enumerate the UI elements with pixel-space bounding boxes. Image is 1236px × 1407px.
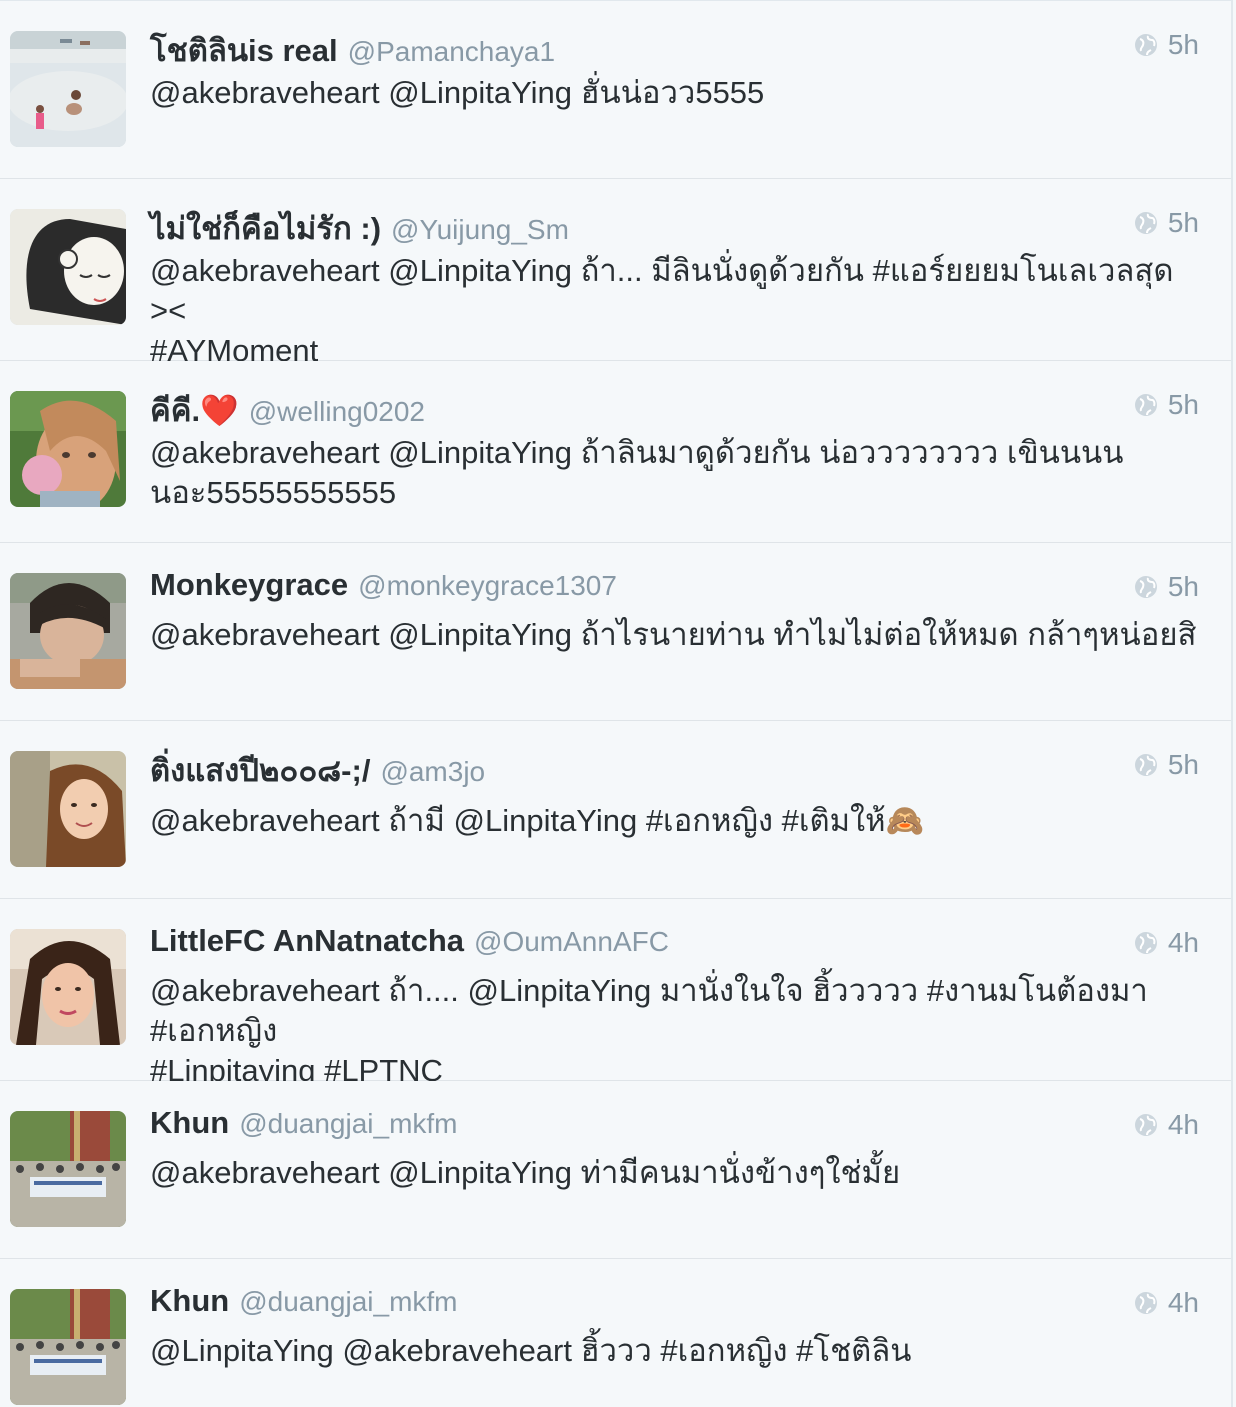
display-name[interactable]: คีคี.❤️ (150, 385, 239, 435)
tweet[interactable]: Monkeygrace @monkeygrace1307 5h @akebrav… (0, 543, 1231, 721)
display-name[interactable]: Monkeygrace (150, 567, 348, 603)
username[interactable]: @duangjai_mkfm (239, 1286, 457, 1318)
tweet-text: @akebraveheart ถ้ามี @LinpitaYing #เอกหญ… (150, 803, 925, 838)
globe-icon (1134, 754, 1157, 776)
display-name[interactable]: ไม่ใช่ก็คือไม่รัก :) (150, 203, 381, 253)
timeline: โชติลินis real @Pamanchaya1 5h @akebrave… (0, 0, 1233, 1407)
tweet-text: @akebraveheart @LinpitaYing ถ้าลินมาดูด้… (150, 435, 1124, 510)
timestamp[interactable]: 5h (1134, 29, 1199, 61)
tweet[interactable]: ติ่งแสงปี๒๐๐๘-;/ @am3jo 5h @akebravehear… (0, 721, 1231, 899)
tweet[interactable]: Khun @duangjai_mkfm 4h @akebraveheart @L… (0, 1081, 1231, 1259)
display-name[interactable]: ติ่งแสงปี๒๐๐๘-;/ (150, 745, 370, 795)
avatar[interactable] (10, 31, 126, 147)
timestamp[interactable]: 5h (1134, 207, 1199, 239)
avatar[interactable] (10, 573, 126, 689)
tweet-text: @akebraveheart @LinpitaYing ถ้าไรนายท่าน… (150, 617, 1197, 652)
timestamp[interactable]: 5h (1134, 571, 1199, 603)
timestamp-label: 5h (1167, 749, 1199, 780)
globe-icon (1134, 1114, 1157, 1136)
globe-icon (1134, 576, 1157, 598)
username[interactable]: @welling0202 (249, 396, 425, 428)
globe-icon (1134, 212, 1157, 234)
username[interactable]: @OumAnnAFC (474, 926, 669, 958)
timestamp[interactable]: 4h (1134, 1109, 1199, 1141)
avatar[interactable] (10, 1111, 126, 1227)
avatar[interactable] (10, 929, 126, 1045)
avatar[interactable] (10, 1289, 126, 1405)
username[interactable]: @monkeygrace1307 (358, 570, 617, 602)
globe-icon (1134, 1292, 1157, 1314)
tweet[interactable]: ไม่ใช่ก็คือไม่รัก :) @Yuijung_Sm 5h @ake… (0, 179, 1231, 368)
tweet[interactable]: LittleFC AnNatnatcha @OumAnnAFC 4h @akeb… (0, 899, 1231, 1088)
display-name[interactable]: โชติลินis real (150, 25, 338, 75)
tweet-text: @akebraveheart ถ้า.... @LinpitaYing มานั… (150, 973, 1148, 1088)
timestamp[interactable]: 5h (1134, 749, 1199, 781)
username[interactable]: @Yuijung_Sm (391, 214, 569, 246)
username[interactable]: @am3jo (380, 756, 485, 788)
tweet-text: @akebraveheart @LinpitaYing ท่ามีคนมานั่… (150, 1155, 901, 1190)
timestamp-label: 5h (1167, 571, 1199, 602)
tweet[interactable]: โชติลินis real @Pamanchaya1 5h @akebrave… (0, 1, 1231, 179)
globe-icon (1134, 34, 1157, 56)
timestamp-label: 4h (1167, 1109, 1199, 1140)
globe-icon (1134, 932, 1157, 954)
timestamp-label: 4h (1167, 1287, 1199, 1318)
tweet-text: @LinpitaYing @akebraveheart ฮิ้ววว #เอกห… (150, 1333, 912, 1368)
display-name[interactable]: Khun (150, 1105, 229, 1141)
timestamp-label: 4h (1167, 927, 1199, 958)
username[interactable]: @Pamanchaya1 (348, 36, 555, 68)
tweet-text: @akebraveheart @LinpitaYing ฮั่นน่อวว555… (150, 75, 765, 110)
avatar[interactable] (10, 751, 126, 867)
timestamp[interactable]: 5h (1134, 389, 1199, 421)
tweet[interactable]: คีคี.❤️ @welling0202 5h @akebraveheart @… (0, 361, 1231, 543)
timestamp[interactable]: 4h (1134, 1287, 1199, 1319)
globe-icon (1134, 394, 1157, 416)
username[interactable]: @duangjai_mkfm (239, 1108, 457, 1140)
timestamp-label: 5h (1167, 389, 1199, 420)
avatar[interactable] (10, 209, 126, 325)
timestamp[interactable]: 4h (1134, 927, 1199, 959)
timestamp-label: 5h (1167, 29, 1199, 60)
display-name[interactable]: LittleFC AnNatnatcha (150, 923, 464, 959)
tweet[interactable]: Khun @duangjai_mkfm 4h @LinpitaYing @ake… (0, 1259, 1231, 1407)
tweet-text: @akebraveheart @LinpitaYing ถ้า... มีลิน… (150, 253, 1174, 368)
avatar[interactable] (10, 391, 126, 507)
timestamp-label: 5h (1167, 207, 1199, 238)
display-name[interactable]: Khun (150, 1283, 229, 1319)
